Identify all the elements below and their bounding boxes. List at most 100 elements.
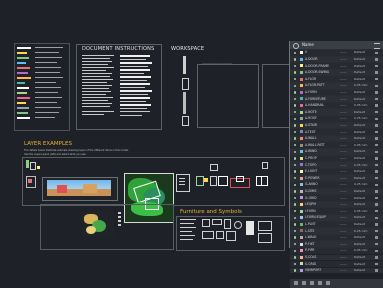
layer-lock-icon[interactable] (375, 170, 378, 173)
layer-lock-icon[interactable] (375, 190, 378, 193)
layer-lock-icon[interactable] (375, 104, 378, 107)
layer-color-swatch[interactable] (300, 110, 303, 114)
layer-settings-icon[interactable] (310, 281, 314, 285)
layer-visibility-icon[interactable] (294, 130, 297, 134)
layer-color-swatch[interactable] (300, 209, 303, 213)
layer-row[interactable]: I-EQPM ------ Default (290, 201, 383, 208)
layer-color-swatch[interactable] (300, 150, 303, 154)
layer-row[interactable]: L-WALK ------ Default (290, 234, 383, 241)
layer-row[interactable]: G-DIMS ------ Default (290, 188, 383, 195)
layer-row[interactable]: G-ANNO ------ 0.25 mm (290, 182, 383, 188)
layer-lock-icon[interactable] (375, 249, 378, 252)
layer-visibility-icon[interactable] (294, 262, 297, 266)
layer-visibility-icon[interactable] (294, 77, 297, 81)
layer-color-swatch[interactable] (300, 196, 303, 200)
layer-visibility-icon[interactable] (294, 170, 297, 173)
layer-row[interactable]: L-PLNT ------ Default (290, 221, 383, 228)
layer-color-swatch[interactable] (300, 229, 303, 233)
layer-lock-icon[interactable] (375, 150, 378, 153)
layer-row[interactable]: L-SITE ------ 0.25 mm (290, 228, 383, 234)
layer-row[interactable]: A-FLOR-PATT ------ 0.05 mm (290, 83, 383, 89)
layer-lock-icon[interactable] (375, 84, 378, 87)
layer-row[interactable]: A-DOOR-SWING ------ Default (290, 69, 383, 76)
layer-visibility-icon[interactable] (294, 150, 297, 153)
layer-color-swatch[interactable] (300, 51, 303, 55)
layer-lock-icon[interactable] (375, 176, 378, 180)
layer-color-swatch[interactable] (300, 176, 303, 180)
layer-visibility-icon[interactable] (294, 91, 297, 94)
layer-color-swatch[interactable] (300, 222, 303, 226)
layer-visibility-icon[interactable] (294, 183, 297, 186)
layer-lock-icon[interactable] (375, 216, 378, 219)
layers-panel[interactable]: Name 0 ------ Default A-DOOR ------ Default A-… (289, 41, 383, 288)
layer-color-swatch[interactable] (300, 183, 303, 187)
layer-lock-icon[interactable] (375, 137, 378, 140)
layer-row[interactable]: E-LIGHT ------ Default (290, 168, 383, 175)
layer-row[interactable]: I-FURN-EQUIP ------ Default (290, 215, 383, 221)
layer-visibility-icon[interactable] (294, 223, 297, 226)
layer-visibility-icon[interactable] (294, 110, 297, 114)
layer-lock-icon[interactable] (375, 124, 378, 127)
layer-visibility-icon[interactable] (294, 216, 297, 219)
layer-color-swatch[interactable] (300, 84, 303, 88)
layer-row[interactable]: S-GRID ------ Default (290, 261, 383, 267)
layer-row[interactable]: I-FURN ------ 0.05 mm (290, 208, 383, 214)
layer-lock-icon[interactable] (375, 110, 378, 114)
layer-lock-icon[interactable] (375, 262, 378, 266)
layer-lock-icon[interactable] (375, 163, 378, 167)
layer-lock-icon[interactable] (375, 242, 378, 246)
layer-visibility-icon[interactable] (294, 104, 297, 107)
layer-lock-icon[interactable] (375, 223, 378, 226)
layer-row[interactable]: P-FIXT ------ Default (290, 241, 383, 247)
layer-lock-icon[interactable] (375, 71, 378, 74)
layer-lock-icon[interactable] (375, 64, 378, 68)
layer-row[interactable]: VIEWPORT ------ Default (290, 267, 383, 274)
layer-row[interactable]: A-FURNITURE ------ Default (290, 96, 383, 102)
layer-visibility-icon[interactable] (294, 157, 297, 160)
layer-lock-icon[interactable] (375, 51, 378, 54)
layer-visibility-icon[interactable] (294, 229, 297, 233)
layer-row[interactable]: A-ROOF ------ 0.25 mm (290, 116, 383, 122)
layer-color-swatch[interactable] (300, 156, 303, 160)
layer-lock-icon[interactable] (375, 157, 378, 160)
layer-row[interactable]: P-PIPE ------ 0.05 mm (290, 248, 383, 254)
layer-row[interactable]: S-COLS ------ Default (290, 254, 383, 261)
delete-layer-icon[interactable] (302, 281, 306, 285)
layer-row[interactable]: A-NOTE ------ Default (290, 109, 383, 115)
layer-visibility-icon[interactable] (294, 196, 297, 200)
layer-row[interactable]: A-DOOR ------ Default (290, 56, 383, 63)
layer-color-swatch[interactable] (300, 269, 303, 273)
layer-row[interactable]: C-TOPO ------ 0.05 mm (290, 162, 383, 168)
layer-visibility-icon[interactable] (294, 176, 297, 180)
new-layer-icon[interactable] (294, 281, 298, 285)
layer-color-swatch[interactable] (300, 262, 303, 266)
layer-visibility-icon[interactable] (294, 51, 297, 54)
layer-visibility-icon[interactable] (294, 137, 297, 140)
layer-row[interactable]: A-WALL-PATT ------ 0.05 mm (290, 142, 383, 148)
layer-row[interactable]: 0 ------ Default (290, 50, 383, 56)
layer-row[interactable]: A-FLOR ------ Default (290, 76, 383, 82)
layer-lock-icon[interactable] (375, 58, 378, 61)
layer-row[interactable]: A-WIND ------ Default (290, 149, 383, 155)
layer-row[interactable]: C-PROP ------ Default (290, 155, 383, 162)
layer-lock-icon[interactable] (375, 256, 378, 259)
layer-visibility-icon[interactable] (294, 269, 297, 272)
layer-visibility-icon[interactable] (294, 249, 297, 252)
layer-color-swatch[interactable] (300, 242, 303, 246)
layer-visibility-icon[interactable] (294, 163, 297, 167)
layer-color-swatch[interactable] (300, 123, 303, 127)
layer-row[interactable]: A-STAIR ------ Default (290, 122, 383, 129)
layer-visibility-icon[interactable] (294, 117, 297, 120)
layer-visibility-icon[interactable] (294, 58, 297, 61)
layer-color-swatch[interactable] (300, 104, 303, 108)
panel-menu-icon[interactable] (374, 43, 380, 49)
layer-row[interactable]: E-POWER ------ Default (290, 175, 383, 181)
layer-search-icon[interactable] (326, 281, 330, 285)
layer-visibility-icon[interactable] (294, 209, 297, 213)
layer-visibility-icon[interactable] (294, 256, 297, 259)
layer-row[interactable]: A-FURN ------ Default (290, 89, 383, 96)
layer-lock-icon[interactable] (375, 143, 378, 147)
layer-visibility-icon[interactable] (294, 242, 297, 246)
layer-lock-icon[interactable] (375, 77, 378, 81)
layer-visibility-icon[interactable] (294, 71, 297, 74)
